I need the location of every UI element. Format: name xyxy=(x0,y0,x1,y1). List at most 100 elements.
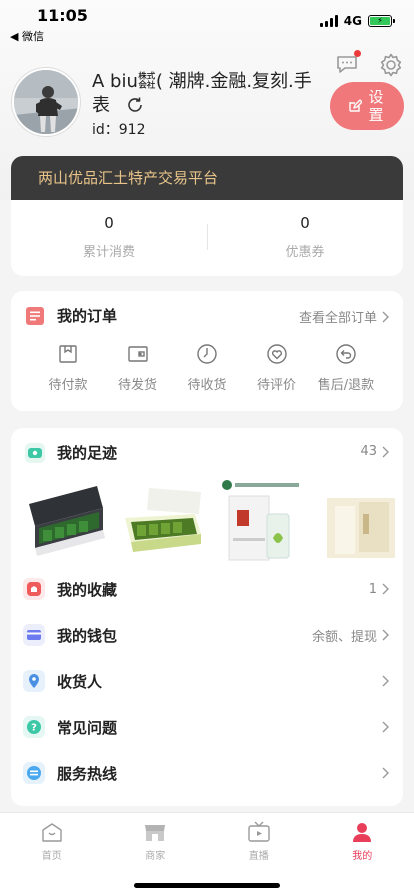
footprint-count-link[interactable]: 43 xyxy=(360,444,389,459)
tab-label: 直播 xyxy=(248,851,269,862)
order-pending-review[interactable]: 待评价 xyxy=(248,343,306,393)
footprint-header[interactable]: 我的足迹 xyxy=(25,442,117,463)
signal-icon xyxy=(319,15,338,27)
order-label: 待付款 xyxy=(48,378,88,393)
location-icon xyxy=(23,670,45,692)
wallet-actions: 余额、提现 xyxy=(311,629,377,645)
chevron-right-icon xyxy=(382,446,389,457)
chevron-right-icon xyxy=(382,583,389,595)
menu-item-value xyxy=(381,675,389,687)
order-list-icon xyxy=(26,306,44,325)
menu-item-value xyxy=(381,721,389,733)
stat-label: 优惠券 xyxy=(285,245,325,260)
member-card: 两山优品汇土特产交易平台 0 累计消费 0 优惠券 xyxy=(11,156,403,276)
status-indicators: 4G ⚡ xyxy=(319,14,395,28)
order-pending-receipt[interactable]: 待收货 xyxy=(178,343,236,393)
menu-item-value xyxy=(381,767,389,779)
order-label: 待收货 xyxy=(187,378,227,393)
chevron-right-icon xyxy=(382,675,389,687)
orders-header: 我的订单 xyxy=(25,305,117,326)
menu-item-wallet[interactable]: 我的钱包 余额、提现 xyxy=(11,612,403,658)
menu-card: 我的足迹 43 我的收藏 1 我的钱包 余额、提现 收货人 ? 常见问题 服务热… xyxy=(11,428,403,806)
platform-banner[interactable]: 两山优品汇土特产交易平台 xyxy=(11,156,403,200)
back-to-app-link[interactable]: ◀ 微信 xyxy=(10,28,44,44)
product-thumbnail[interactable] xyxy=(219,478,303,564)
product-thumbnail[interactable] xyxy=(121,478,205,564)
favorites-count: 1 xyxy=(368,581,377,597)
username: A biu㍿( 潮牌.金融.复刻.手表 xyxy=(92,70,324,118)
settings-label: 设置 xyxy=(368,88,384,124)
order-label: 待评价 xyxy=(256,378,296,393)
home-icon xyxy=(42,823,62,842)
order-status-row: 待付款 待发货 待收货 待评价 售后/退款 xyxy=(39,343,375,393)
gear-icon[interactable] xyxy=(378,52,404,78)
stats-row: 0 累计消费 0 优惠券 xyxy=(11,200,403,276)
tab-label: 商家 xyxy=(145,851,166,862)
profile-icon xyxy=(353,823,372,842)
refresh-icon[interactable] xyxy=(126,96,144,114)
user-id: id：912 xyxy=(92,122,146,138)
chevron-right-icon xyxy=(382,767,389,779)
chevron-right-icon xyxy=(382,629,389,641)
order-pending-shipment[interactable]: 待发货 xyxy=(109,343,167,393)
menu-item-label: 我的钱包 xyxy=(57,626,118,645)
status-bar: 11:05 ◀ 微信 4G ⚡ xyxy=(0,0,414,44)
footprint-title: 我的足迹 xyxy=(57,444,118,462)
home-indicator xyxy=(134,883,280,888)
menu-item-value: 余额、提现 xyxy=(312,626,389,645)
menu-item-favorites[interactable]: 我的收藏 1 xyxy=(11,566,403,612)
order-label: 待发货 xyxy=(117,378,157,393)
network-type: 4G xyxy=(343,14,362,28)
menu-item-label: 常见问题 xyxy=(57,718,118,737)
wallet-card-icon xyxy=(23,624,45,646)
clock-icon xyxy=(197,344,217,364)
tab-label: 首页 xyxy=(41,851,62,862)
service-icon xyxy=(23,762,45,784)
eye-icon xyxy=(25,442,45,463)
tab-home[interactable]: 首页 xyxy=(0,813,104,863)
order-after-sales[interactable]: 售后/退款 xyxy=(317,343,375,393)
menu-item-label: 我的收藏 xyxy=(57,580,118,599)
footprint-thumbnails xyxy=(23,478,403,564)
question-icon: ? xyxy=(23,716,45,738)
shop-icon xyxy=(145,825,166,841)
view-all-orders-link[interactable]: 查看全部订单 xyxy=(299,307,389,326)
settings-button[interactable]: 设置 xyxy=(330,82,404,130)
favorites-icon xyxy=(23,578,45,600)
svg-text:?: ? xyxy=(31,723,37,734)
heart-icon xyxy=(266,344,287,364)
wallet-icon xyxy=(59,345,77,363)
chevron-right-icon xyxy=(382,721,389,733)
tab-shop[interactable]: 商家 xyxy=(104,813,208,863)
stat-value: 0 xyxy=(300,214,310,232)
menu-item-faq[interactable]: ? 常见问题 xyxy=(11,704,403,750)
stat-coupons[interactable]: 0 优惠券 xyxy=(207,200,403,276)
box-icon xyxy=(127,346,148,362)
battery-icon: ⚡ xyxy=(368,15,395,27)
view-all-orders-label: 查看全部订单 xyxy=(298,311,377,326)
menu-item-recipients[interactable]: 收货人 xyxy=(11,658,403,704)
chevron-right-icon xyxy=(382,311,389,322)
menu-item-label: 收货人 xyxy=(57,672,103,691)
return-icon xyxy=(336,344,356,364)
edit-icon xyxy=(349,99,362,112)
unread-dot xyxy=(354,50,361,57)
product-thumbnail[interactable] xyxy=(23,478,107,564)
order-pending-payment[interactable]: 待付款 xyxy=(39,343,97,393)
orders-card: 我的订单 查看全部订单 待付款 待发货 待收货 待评价 售后/退款 xyxy=(11,291,403,411)
avatar[interactable] xyxy=(12,68,80,136)
divider xyxy=(207,224,208,250)
footprint-count: 43 xyxy=(360,444,377,459)
status-time: 11:05 xyxy=(37,6,88,25)
tab-label: 我的 xyxy=(352,851,373,862)
tab-mine[interactable]: 我的 xyxy=(311,813,414,863)
orders-title: 我的订单 xyxy=(57,307,118,325)
stat-label: 累计消费 xyxy=(82,245,135,260)
menu-item-label: 服务热线 xyxy=(57,764,118,783)
tab-live[interactable]: 直播 xyxy=(207,813,311,863)
product-thumbnail[interactable] xyxy=(317,478,401,564)
menu-item-value: 1 xyxy=(369,582,389,597)
stat-total-spending[interactable]: 0 累计消费 xyxy=(11,200,207,276)
menu-item-hotline[interactable]: 服务热线 xyxy=(11,750,403,796)
order-label: 售后/退款 xyxy=(317,378,375,393)
